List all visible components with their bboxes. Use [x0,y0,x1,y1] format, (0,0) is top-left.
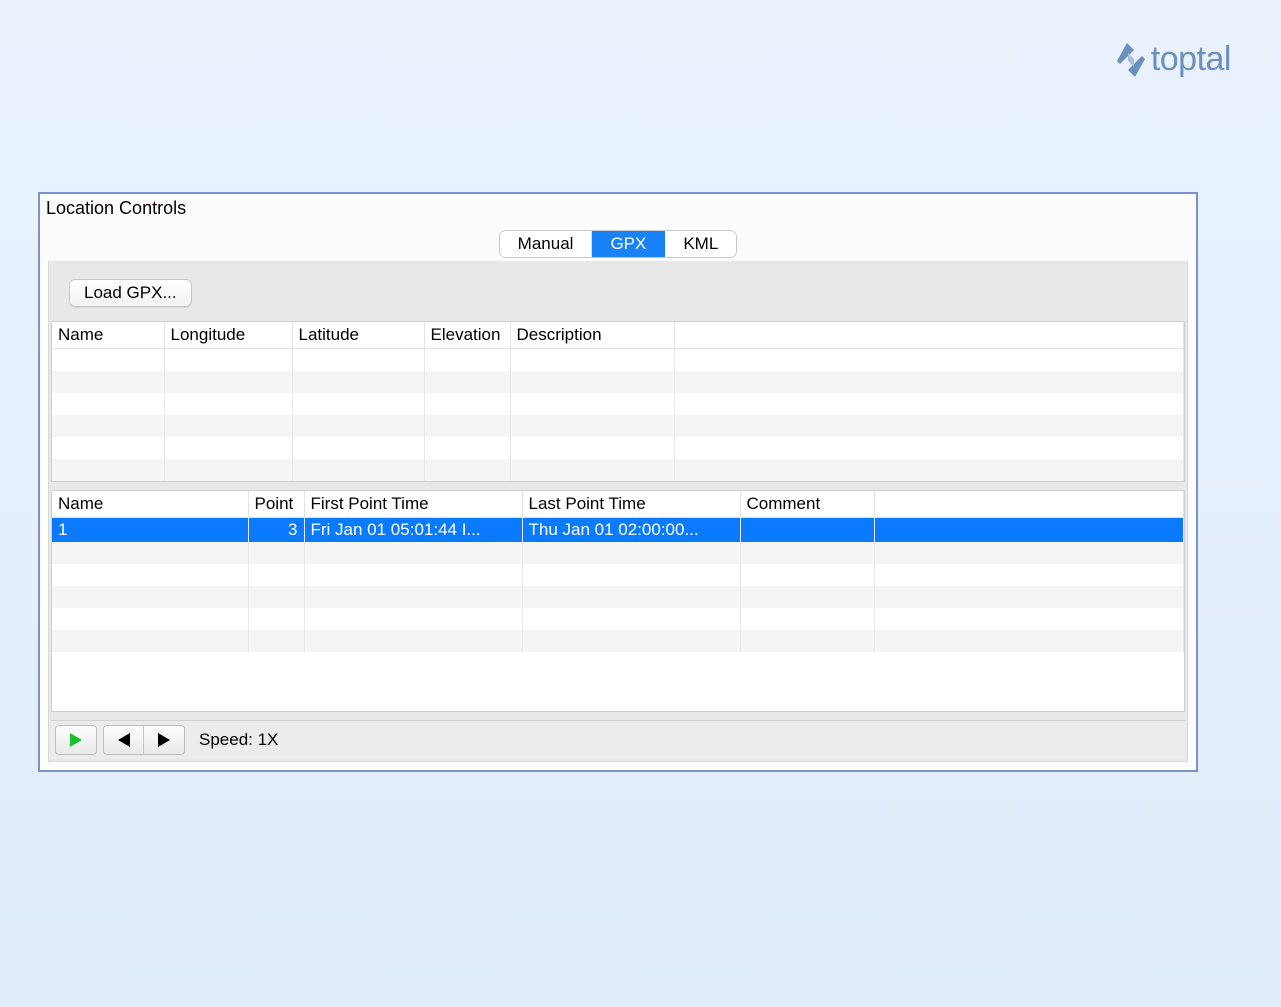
step-group [103,725,185,755]
table-row[interactable] [52,586,1184,608]
cell-first: Fri Jan 01 05:01:44 I... [304,517,522,542]
table-row[interactable] [52,437,1184,459]
table-row[interactable] [52,564,1184,586]
table-row[interactable] [52,459,1184,481]
toptal-icon [1117,43,1145,77]
play-group [55,725,97,755]
step-back-icon [116,732,132,748]
table-row[interactable] [52,393,1184,415]
location-controls-panel: Location Controls Manual GPX KML Load GP… [38,192,1198,772]
playback-bar: Speed: 1X [51,720,1185,759]
table-header-row: Name Point First Point Time Last Point T… [52,491,1184,518]
table-row[interactable] [52,630,1184,652]
tab-gpx[interactable]: GPX [592,231,665,257]
speed-label: Speed: 1X [191,730,278,750]
col-longitude[interactable]: Longitude [164,322,292,349]
step-back-button[interactable] [104,726,144,754]
load-row: Load GPX... [51,275,1185,321]
tab-kml[interactable]: KML [665,231,736,257]
tab-manual[interactable]: Manual [500,231,593,257]
col-latitude[interactable]: Latitude [292,322,424,349]
table-row[interactable] [52,371,1184,393]
tab-bar: Manual GPX KML [40,223,1196,261]
col-last-point-time[interactable]: Last Point Time [522,491,740,518]
brand-name: toptal [1151,40,1231,79]
table-row[interactable] [52,608,1184,630]
col-name[interactable]: Name [52,491,248,518]
table-row[interactable] [52,349,1184,371]
table-row[interactable]: 1 3 Fri Jan 01 05:01:44 I... Thu Jan 01 … [52,517,1184,542]
col-point[interactable]: Point [248,491,304,518]
cell-comment [740,517,874,542]
col-comment[interactable]: Comment [740,491,874,518]
col-name[interactable]: Name [52,322,164,349]
tab-content: Load GPX... Name Longitude Latitude Elev… [48,261,1188,762]
cell-name: 1 [52,517,248,542]
col-description[interactable]: Description [510,322,674,349]
toptal-logo: toptal [1117,40,1231,79]
play-button[interactable] [56,726,96,754]
col-spacer [874,491,1184,518]
segmented-control: Manual GPX KML [500,231,737,257]
step-forward-button[interactable] [144,726,184,754]
cell-point: 3 [248,517,304,542]
step-forward-icon [156,732,172,748]
tracks-table[interactable]: Name Point First Point Time Last Point T… [51,490,1185,713]
col-elevation[interactable]: Elevation [424,322,510,349]
table-row[interactable] [52,415,1184,437]
col-spacer [674,322,1184,349]
col-first-point-time[interactable]: First Point Time [304,491,522,518]
load-gpx-button[interactable]: Load GPX... [69,279,192,307]
panel-title: Location Controls [40,194,1196,223]
table-header-row: Name Longitude Latitude Elevation Descri… [52,322,1184,349]
table-row[interactable] [52,542,1184,564]
play-icon [68,732,84,748]
waypoints-table[interactable]: Name Longitude Latitude Elevation Descri… [51,321,1185,482]
cell-last: Thu Jan 01 02:00:00... [522,517,740,542]
